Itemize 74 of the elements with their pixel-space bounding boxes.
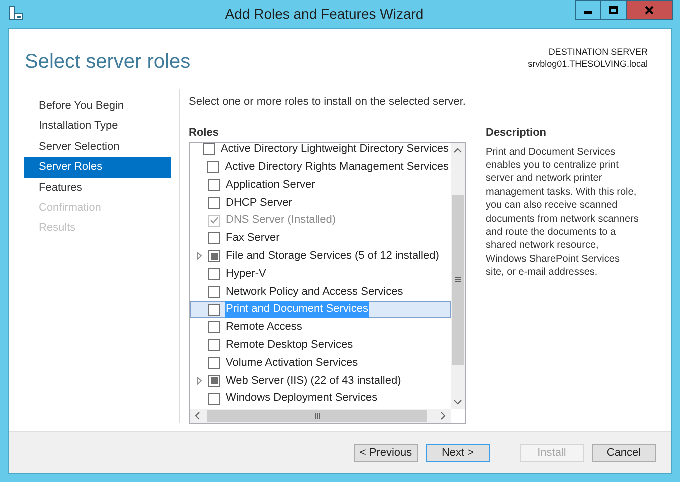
role-label: Hyper-V [225,266,268,282]
horizontal-scrollbar[interactable] [190,408,451,422]
scroll-thumb[interactable] [452,194,464,364]
checkbox[interactable] [208,196,220,209]
role-label: Fax Server [225,231,281,246]
scroll-right-icon[interactable] [441,412,446,420]
description-heading: Description [486,126,548,140]
checkbox[interactable] [208,250,220,262]
role-label: File and Storage Services (5 of 12 installed) [225,248,440,264]
role-item[interactable]: Web Server (IIS) (22 of 43 installed) [190,372,451,390]
role-label: Remote Access [225,320,304,336]
role-item[interactable]: Remote Access [190,318,451,336]
role-label: Volume Activation Services [225,356,360,371]
role-label: DHCP Server [225,196,294,211]
role-item[interactable]: Active Directory Lightweight Directory Services [190,142,451,158]
grip-icon [455,277,461,282]
role-label: Network Policy and Access Services [225,284,404,300]
role-item[interactable]: DHCP Server [190,194,451,212]
nav-item[interactable]: Server Selection [24,136,171,158]
nav-item[interactable]: Server Roles [24,157,171,178]
role-label: Active Directory Rights Management Services [224,160,450,175]
checkbox[interactable] [208,178,220,191]
nav-item[interactable]: Installation Type [24,116,171,137]
checkbox[interactable] [208,339,220,352]
role-label: Active Directory Lightweight Directory Services [220,142,450,158]
window-title: Add Roles and Features Wizard [224,4,425,24]
vertical-scrollbar[interactable] [451,142,465,408]
checkbox[interactable] [202,143,215,156]
checkbox[interactable] [208,321,220,334]
destination-server: srvblog01.THESOLVING.local [528,58,648,70]
role-item[interactable]: Application Server [190,176,451,194]
checkbox[interactable] [207,161,220,174]
server-icon [8,6,24,22]
wizard-button[interactable]: < Previous [354,444,418,462]
role-label: Application Server [225,178,316,193]
destination-label: DESTINATION SERVER [548,46,648,58]
role-label: DNS Server (Installed) [225,213,338,228]
close-button[interactable] [627,0,673,20]
description-text: Print and Document Services enables you to centralize print server and network printer management tasks. With this role, you can also receive scanned documents from network scanners and route the documents to a shared network resource, Windows SharePoint Services site, or e-mail addresses. [486,146,639,280]
role-item[interactable]: Volume Activation Services [190,354,451,372]
role-item[interactable]: Fax Server [190,229,451,248]
scroll-thumb[interactable] [207,410,427,422]
expand-icon[interactable] [197,376,202,385]
intro-text: Select one or more roles to install on the selected server. [189,95,467,110]
checkbox[interactable] [208,304,220,316]
scroll-down-icon[interactable] [454,400,462,404]
scroll-up-icon[interactable] [454,148,462,152]
role-item[interactable]: Hyper-V [190,265,451,283]
checkbox[interactable] [208,356,220,369]
grip-icon [314,412,320,418]
wizard-button[interactable]: Cancel [592,444,656,462]
checkbox[interactable] [208,286,220,298]
minimize-button[interactable] [575,0,601,20]
close-icon [645,6,654,14]
checkbox[interactable] [208,232,220,244]
roles-heading: Roles [189,126,220,140]
scroll-left-icon[interactable] [195,412,200,420]
role-label: Print and Document Services [225,301,370,318]
role-item[interactable]: Network Policy and Access Services [190,282,451,301]
role-label: Remote Desktop Services [225,338,354,353]
role-item[interactable]: Active Directory Rights Management Services [190,158,451,176]
role-item[interactable]: Windows Deployment Services [190,390,451,408]
role-item[interactable]: File and Storage Services (5 of 12 installed) [190,247,451,266]
checkbox[interactable] [208,392,220,405]
role-label: Windows Deployment Services [225,391,379,406]
wizard-button[interactable]: Next > [426,444,490,462]
checkbox[interactable] [208,268,220,280]
role-item[interactable]: Remote Desktop Services [190,336,451,354]
role-label: Web Server (IIS) (22 of 43 installed) [225,374,402,389]
nav-item[interactable]: Features [24,178,171,198]
page-title: Select server roles [25,50,191,75]
checkbox[interactable] [208,374,220,387]
expand-icon[interactable] [197,252,202,260]
nav-item[interactable]: Before You Begin [24,96,171,116]
